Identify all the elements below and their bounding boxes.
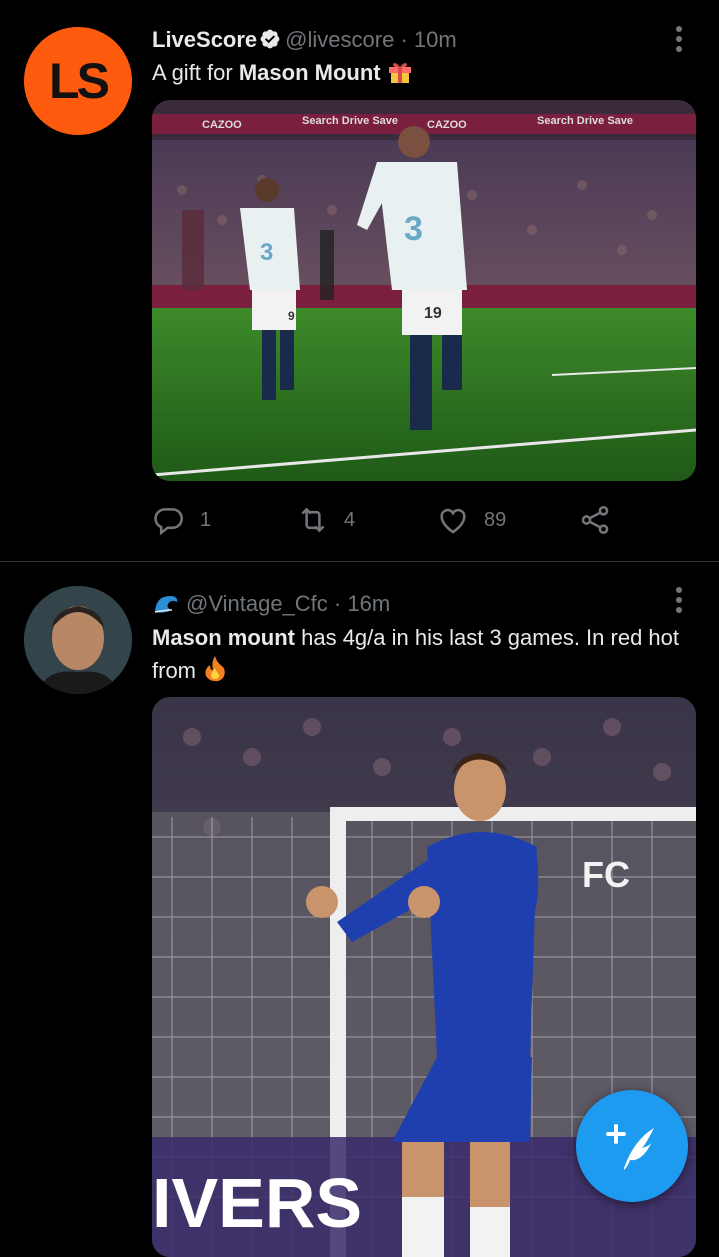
shirt-number: 9 xyxy=(288,309,295,323)
retweet-icon xyxy=(301,507,325,533)
more-icon[interactable] xyxy=(669,24,689,54)
tweet-text: Mason mount has 4g/a in his last 3 games… xyxy=(152,622,693,687)
compose-icon xyxy=(606,1124,654,1170)
tweet-actions: 1 4 89 xyxy=(152,502,672,538)
separator-dot: · xyxy=(400,27,408,52)
shirt-number: 3 xyxy=(404,210,423,248)
handle[interactable]: @livescore xyxy=(285,27,394,52)
share-button[interactable] xyxy=(578,502,612,538)
tweet-header: LiveScore @livescore · 10m xyxy=(152,26,457,54)
shirt-number: 3 xyxy=(260,239,273,266)
separator-dot: · xyxy=(333,591,342,616)
shirt-number: 19 xyxy=(424,305,442,322)
compose-button[interactable] xyxy=(576,1090,688,1202)
more-icon[interactable] xyxy=(669,585,689,615)
banner-text: CAZOO xyxy=(202,119,242,131)
reply-icon xyxy=(154,508,184,536)
banner-text: Search Drive Save xyxy=(302,115,398,127)
reply-button[interactable]: 1 xyxy=(152,502,211,538)
tweet-header: @Vintage_Cfc · 16m xyxy=(152,590,390,618)
display-name[interactable]: LiveScore xyxy=(152,27,257,52)
verified-icon xyxy=(260,29,280,49)
timestamp[interactable]: 10m xyxy=(414,27,457,52)
tweet-text-bold: Mason mount xyxy=(152,625,295,650)
advertising-board-text: IVERS xyxy=(152,1164,362,1242)
handle[interactable]: @Vintage_Cfc xyxy=(186,591,328,616)
like-button[interactable]: 89 xyxy=(436,502,506,538)
retweet-count: 4 xyxy=(344,508,356,531)
banner-text: CAZOO xyxy=(427,119,467,131)
tweet-photo[interactable]: CAZOO Search Drive Save CAZOO Search Dri… xyxy=(152,100,696,481)
tweet-text-bold: Mason Mount xyxy=(238,60,381,85)
tweet-text-prefix: A gift for xyxy=(152,60,239,85)
share-icon xyxy=(581,505,609,535)
timestamp[interactable]: 16m xyxy=(347,591,390,616)
banner-text: Search Drive Save xyxy=(537,115,633,127)
stadium-sign-text: FC xyxy=(582,854,630,895)
like-count: 89 xyxy=(484,508,507,531)
avatar[interactable]: LS xyxy=(24,27,132,135)
tweet-text: A gift for Mason Mount xyxy=(152,57,693,89)
gift-icon xyxy=(388,63,411,83)
avatar-logo-text: LS xyxy=(49,53,109,109)
avatar[interactable] xyxy=(24,586,132,694)
fire-icon xyxy=(205,656,225,682)
tweet-livescore[interactable]: LS LiveScore @livescore · 10m A gift for … xyxy=(0,0,719,562)
wave-icon xyxy=(154,596,178,613)
reply-count: 1 xyxy=(200,508,212,531)
retweet-button[interactable]: 4 xyxy=(296,502,355,538)
like-icon xyxy=(440,508,466,534)
